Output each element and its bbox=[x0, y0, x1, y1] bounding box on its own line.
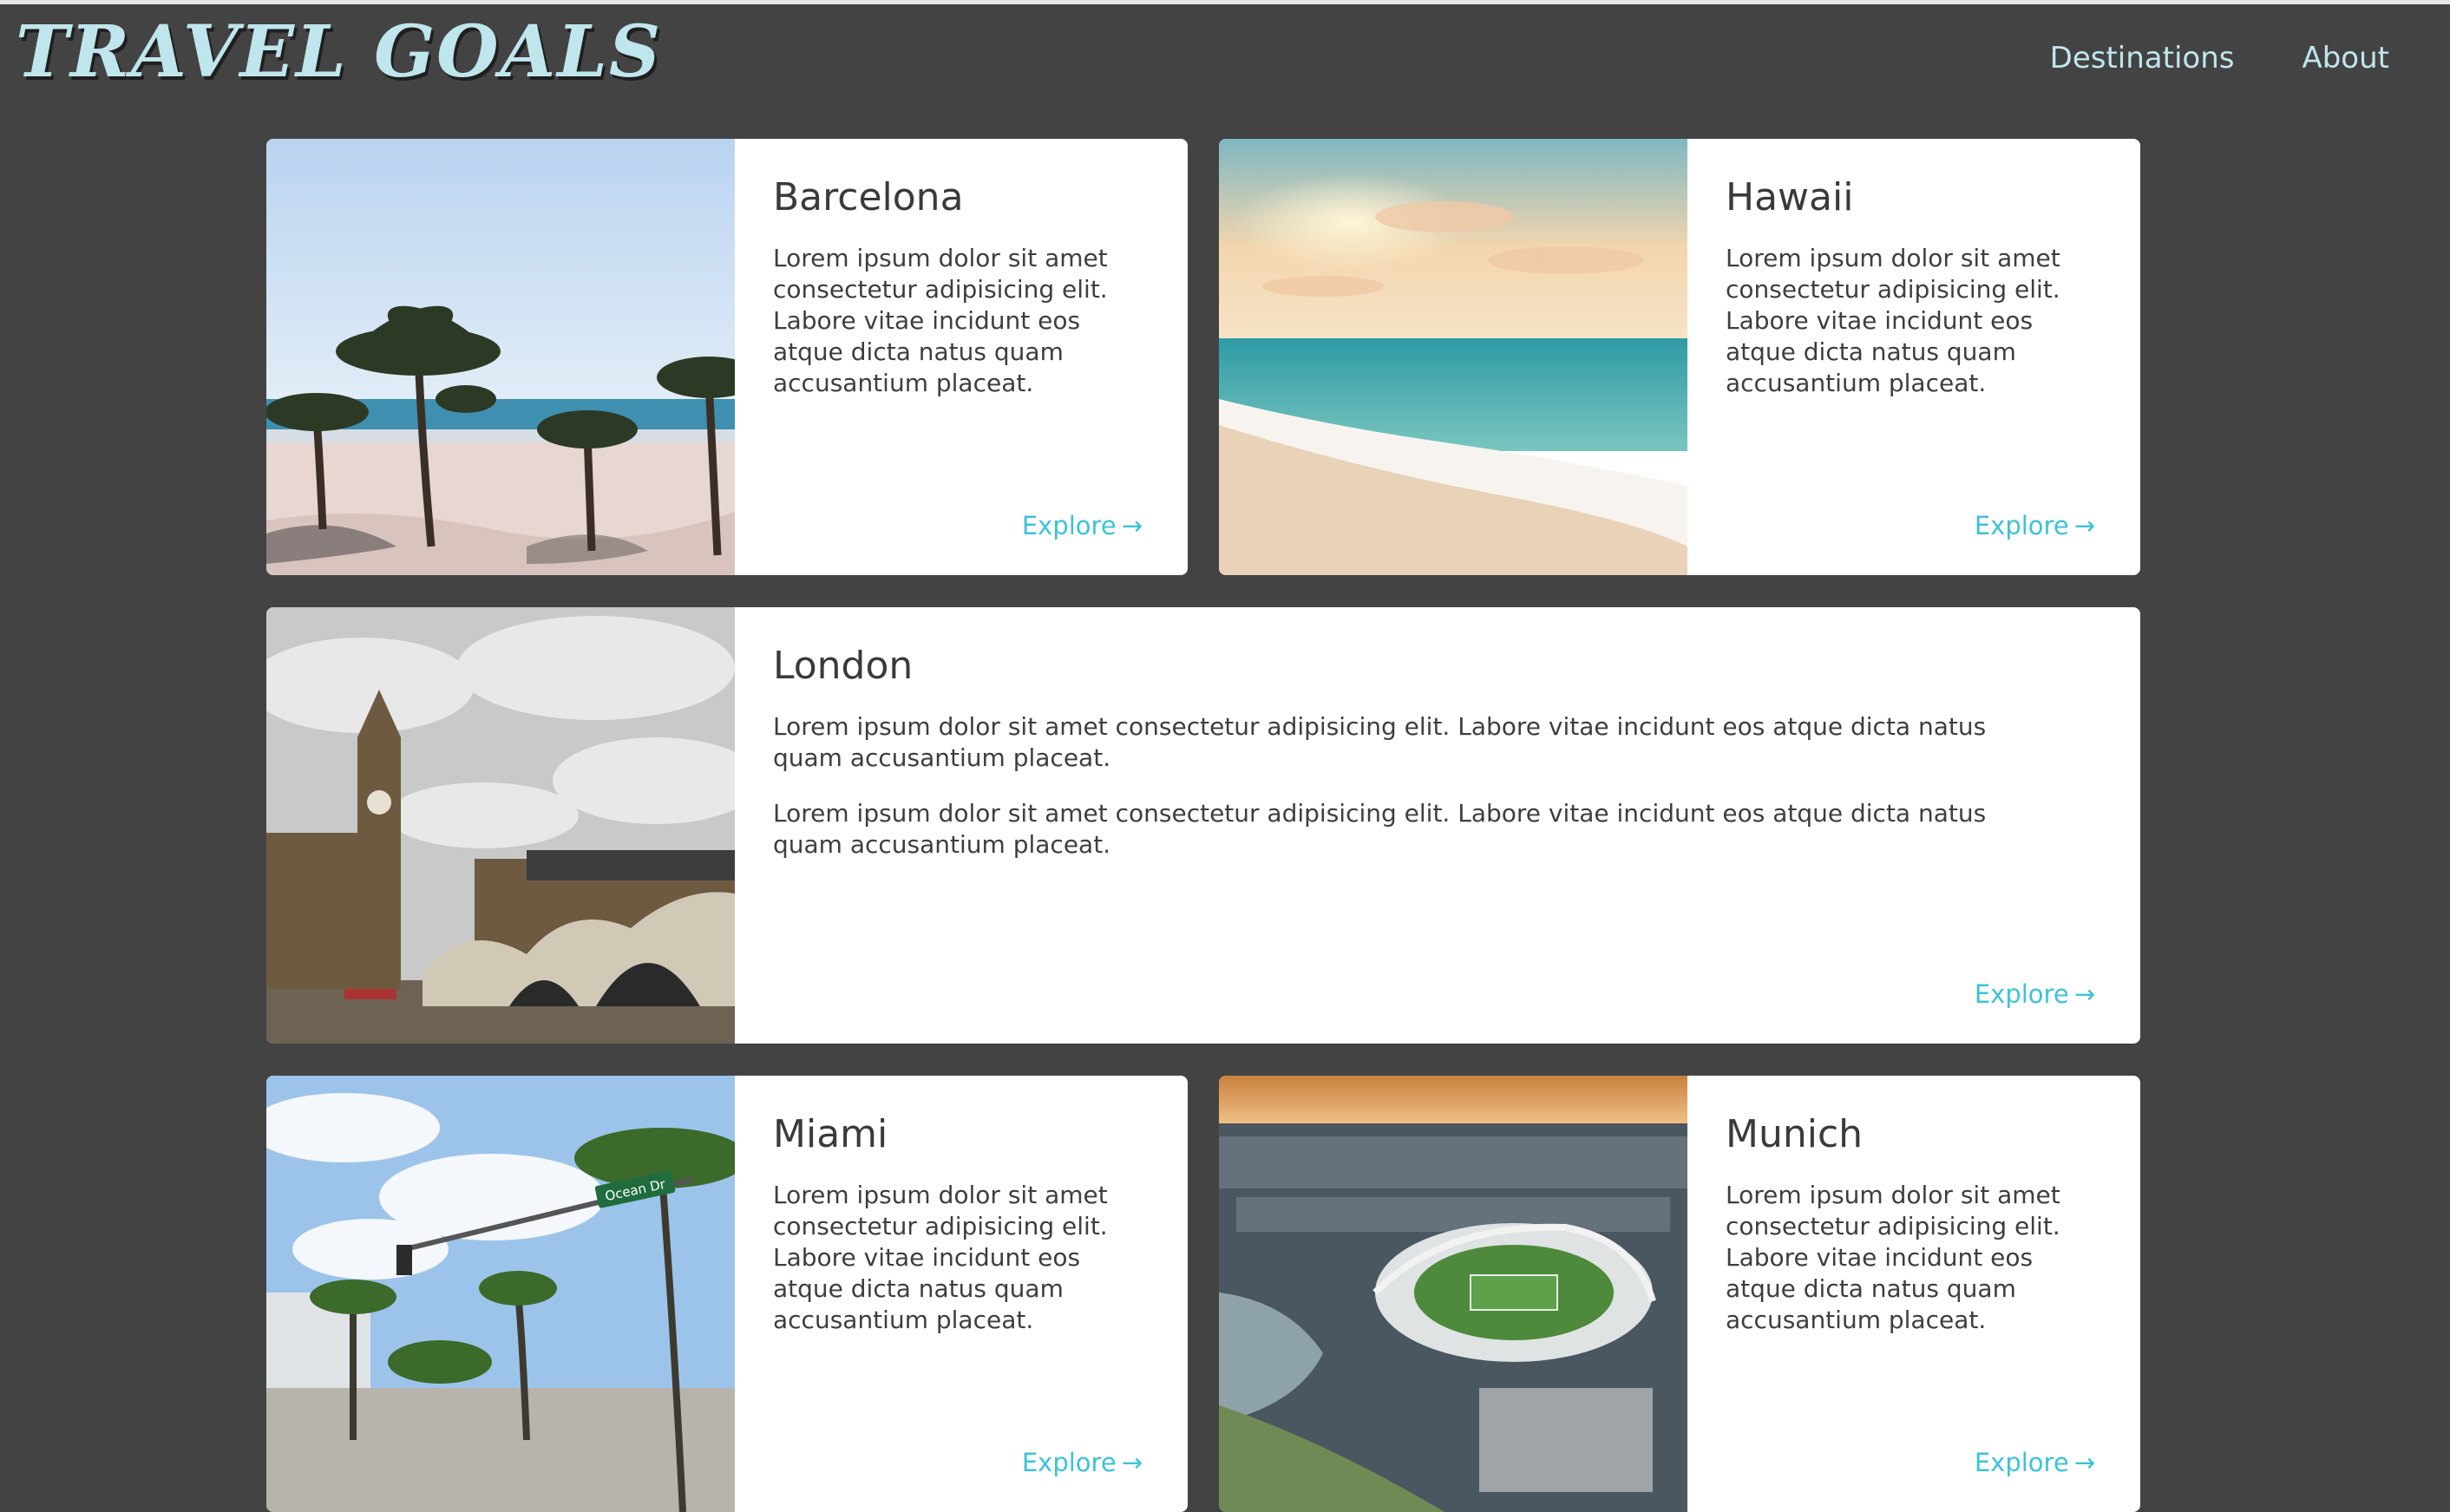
destination-card-barcelona: Barcelona Lorem ipsum dolor sit amet con… bbox=[266, 139, 1188, 575]
explore-label: Explore bbox=[1021, 511, 1117, 540]
stadium-aerial-photo bbox=[1219, 1076, 1687, 1512]
destination-card-munich: Munich Lorem ipsum dolor sit amet consec… bbox=[1219, 1076, 2140, 1512]
arrow-right-icon: → bbox=[2073, 979, 2095, 1009]
explore-label: Explore bbox=[1021, 1448, 1117, 1477]
explore-link[interactable]: Explore → bbox=[1975, 982, 2095, 1007]
card-paragraph: Lorem ipsum dolor sit amet consectetur a… bbox=[1726, 1181, 2060, 1334]
card-title: London bbox=[773, 644, 914, 688]
explore-label: Explore bbox=[1974, 1448, 2069, 1477]
palm-trees-beach-photo bbox=[266, 139, 735, 575]
nav-link-destinations[interactable]: Destinations bbox=[2050, 43, 2235, 73]
main-nav: Destinations About bbox=[2050, 43, 2389, 73]
arrow-right-icon: → bbox=[1121, 511, 1143, 540]
explore-link[interactable]: Explore → bbox=[1022, 514, 1143, 539]
explore-link[interactable]: Explore → bbox=[1975, 1450, 2095, 1476]
card-title: Munich bbox=[1726, 1112, 1864, 1156]
explore-link[interactable]: Explore → bbox=[1975, 514, 2095, 539]
card-description: Lorem ipsum dolor sit amet consectetur a… bbox=[1726, 243, 2102, 423]
card-paragraph: Lorem ipsum dolor sit amet consectetur a… bbox=[1726, 244, 2060, 397]
card-description: Lorem ipsum dolor sit amet consectetur a… bbox=[773, 1180, 1150, 1360]
explore-label: Explore bbox=[1974, 511, 2069, 540]
card-description: Lorem ipsum dolor sit amet consectetur a… bbox=[773, 711, 2036, 885]
explore-label: Explore bbox=[1974, 979, 2069, 1009]
card-description: Lorem ipsum dolor sit amet consectetur a… bbox=[773, 243, 1150, 423]
destination-card-hawaii: Hawaii Lorem ipsum dolor sit amet consec… bbox=[1219, 139, 2140, 575]
card-title: Miami bbox=[773, 1112, 888, 1156]
card-title: Barcelona bbox=[773, 175, 964, 219]
sunset-beach-photo bbox=[1219, 139, 1687, 575]
nav-link-about[interactable]: About bbox=[2302, 43, 2389, 73]
destination-card-miami: Ocean Dr Miami Lorem ipsum dolor sit ame… bbox=[266, 1076, 1188, 1512]
site-logo[interactable]: TRAVEL GOALS bbox=[16, 16, 662, 88]
explore-link[interactable]: Explore → bbox=[1022, 1450, 1143, 1476]
site-header: TRAVEL GOALS Destinations About bbox=[0, 4, 2450, 126]
ocean-drive-street-photo: Ocean Dr bbox=[266, 1076, 735, 1512]
card-description: Lorem ipsum dolor sit amet consectetur a… bbox=[1726, 1180, 2102, 1360]
card-paragraph: Lorem ipsum dolor sit amet consectetur a… bbox=[773, 244, 1108, 397]
arrow-right-icon: → bbox=[2073, 511, 2095, 540]
arrow-right-icon: → bbox=[2073, 1448, 2095, 1477]
arrow-right-icon: → bbox=[1121, 1448, 1143, 1477]
card-paragraph: Lorem ipsum dolor sit amet consectetur a… bbox=[773, 1181, 1108, 1334]
card-paragraph: Lorem ipsum dolor sit amet consectetur a… bbox=[773, 799, 1987, 859]
card-title: Hawaii bbox=[1726, 175, 1854, 219]
destination-card-london: London Lorem ipsum dolor sit amet consec… bbox=[266, 607, 2140, 1044]
big-ben-bridge-photo bbox=[266, 607, 735, 1044]
card-paragraph: Lorem ipsum dolor sit amet consectetur a… bbox=[773, 712, 1987, 772]
